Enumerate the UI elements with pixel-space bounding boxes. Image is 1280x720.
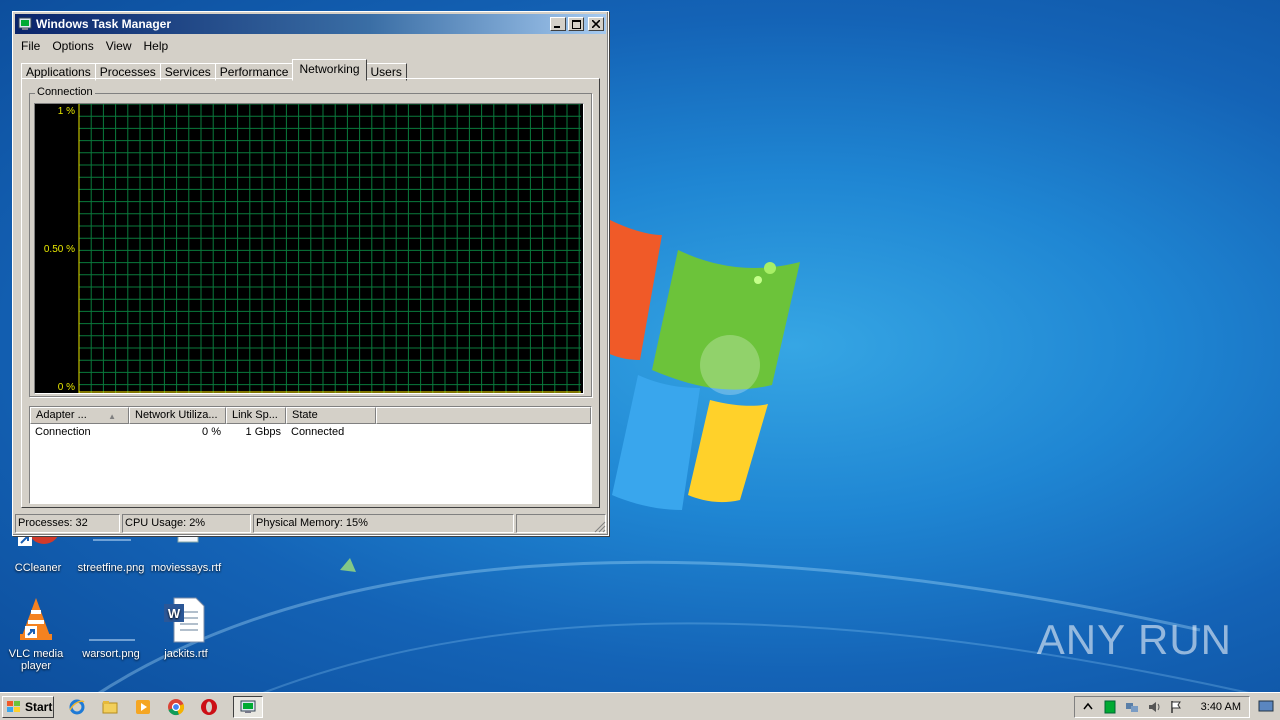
column-state[interactable]: State bbox=[286, 407, 376, 424]
desktop-icon-label: moviessays.rtf bbox=[150, 562, 222, 574]
windows-flag-icon bbox=[7, 700, 20, 712]
column-filler bbox=[376, 407, 591, 424]
system-tray: 3:40 AM bbox=[1074, 696, 1250, 718]
menu-options[interactable]: Options bbox=[46, 39, 99, 53]
status-empty bbox=[516, 514, 606, 533]
y-label-mid: 0.50 % bbox=[44, 244, 75, 255]
minimize-icon bbox=[554, 26, 560, 28]
taskbar: Start 3:40 AM bbox=[0, 692, 1280, 720]
image-file-icon bbox=[87, 596, 135, 644]
task-manager-window[interactable]: Windows Task Manager File Options View H… bbox=[12, 11, 609, 536]
adapter-name: Connection bbox=[35, 426, 91, 438]
column-adapter[interactable]: Adapter ... ▲ bbox=[30, 407, 129, 424]
minimize-button[interactable] bbox=[550, 17, 566, 31]
desktop-icon-jackits[interactable]: W jackits.rtf bbox=[148, 596, 224, 660]
adapter-state: Connected bbox=[291, 426, 345, 438]
menu-help[interactable]: Help bbox=[138, 39, 175, 53]
graph-group-label: Connection bbox=[35, 86, 95, 98]
connection-graph-group: Connection 1 % 0.50 % 0 % bbox=[29, 86, 592, 397]
volume-icon[interactable] bbox=[1147, 700, 1161, 714]
desktop-icon-label: VLC media player bbox=[8, 648, 64, 672]
file-explorer-icon[interactable] bbox=[101, 698, 119, 716]
start-button[interactable]: Start bbox=[2, 695, 54, 718]
network-utilization-graph: 1 % 0.50 % 0 % bbox=[34, 103, 584, 394]
window-titlebar[interactable]: Windows Task Manager bbox=[15, 14, 606, 34]
menu-file[interactable]: File bbox=[15, 39, 46, 53]
adapter-list-header: Adapter ... ▲ Network Utiliza... Link Sp.… bbox=[30, 407, 591, 424]
y-label-bottom: 0 % bbox=[58, 382, 75, 393]
adapter-link-speed: 1 Gbps bbox=[245, 426, 281, 438]
show-hidden-icons-icon[interactable] bbox=[1081, 700, 1095, 714]
opera-icon[interactable] bbox=[200, 698, 218, 716]
tab-networking[interactable]: Networking bbox=[292, 59, 367, 81]
close-icon bbox=[592, 20, 600, 28]
column-link-speed[interactable]: Link Sp... bbox=[226, 407, 286, 424]
status-cpu-usage: CPU Usage: 2% bbox=[122, 514, 251, 533]
task-manager-tray-icon[interactable] bbox=[1103, 700, 1117, 714]
desktop-icon-vlc[interactable]: VLC media player bbox=[0, 596, 74, 672]
media-player-icon[interactable] bbox=[134, 698, 152, 716]
column-network-utilization[interactable]: Network Utiliza... bbox=[129, 407, 226, 424]
network-icon[interactable] bbox=[1125, 700, 1139, 714]
start-label: Start bbox=[25, 699, 53, 714]
resize-grip-icon[interactable] bbox=[594, 521, 606, 533]
adapter-row[interactable]: Connection 0 % 1 Gbps Connected bbox=[30, 424, 591, 441]
adapter-list[interactable]: Adapter ... ▲ Network Utiliza... Link Sp.… bbox=[29, 406, 592, 504]
sort-ascending-icon: ▲ bbox=[108, 412, 116, 421]
menu-bar: File Options View Help bbox=[13, 36, 608, 55]
status-physical-memory: Physical Memory: 15% bbox=[253, 514, 514, 533]
close-button[interactable] bbox=[588, 17, 604, 31]
clock[interactable]: 3:40 AM bbox=[1201, 701, 1241, 713]
adapter-utilization: 0 % bbox=[202, 426, 221, 438]
windows-logo bbox=[605, 220, 800, 510]
task-manager-icon bbox=[240, 700, 256, 713]
menu-view[interactable]: View bbox=[100, 39, 138, 53]
chrome-icon[interactable] bbox=[167, 698, 185, 716]
svg-text:W: W bbox=[168, 606, 181, 621]
vlc-cone-icon bbox=[12, 596, 60, 644]
watermark-text: ANY RUN bbox=[1036, 616, 1232, 663]
quick-launch bbox=[68, 695, 263, 718]
show-desktop-icon[interactable] bbox=[1258, 699, 1274, 713]
desktop-icon-label: streetfine.png bbox=[77, 562, 145, 574]
window-title: Windows Task Manager bbox=[36, 17, 172, 31]
anyrun-watermark: ANY RUN bbox=[1037, 616, 1232, 664]
internet-explorer-icon[interactable] bbox=[68, 698, 86, 716]
status-processes: Processes: 32 bbox=[15, 514, 120, 533]
maximize-icon bbox=[571, 19, 581, 29]
action-center-flag-icon[interactable] bbox=[1169, 700, 1183, 714]
networking-panel: Connection 1 % 0.50 % 0 % Adapter ... ▲ N… bbox=[21, 78, 600, 508]
maximize-button[interactable] bbox=[568, 17, 584, 31]
task-manager-icon bbox=[18, 17, 32, 30]
desktop-icon-warsort[interactable]: warsort.png bbox=[73, 596, 149, 660]
desktop-icon-label: CCleaner bbox=[14, 562, 62, 574]
y-label-top: 1 % bbox=[58, 106, 75, 117]
desktop-icon-label: warsort.png bbox=[82, 648, 140, 660]
status-bar: Processes: 32 CPU Usage: 2% Physical Mem… bbox=[15, 514, 606, 533]
word-document-icon: W bbox=[162, 596, 210, 644]
taskbar-task-manager-button[interactable] bbox=[233, 695, 263, 718]
graph-canvas: 1 % 0.50 % 0 % bbox=[44, 104, 581, 393]
desktop-icon-label: jackits.rtf bbox=[164, 648, 208, 660]
